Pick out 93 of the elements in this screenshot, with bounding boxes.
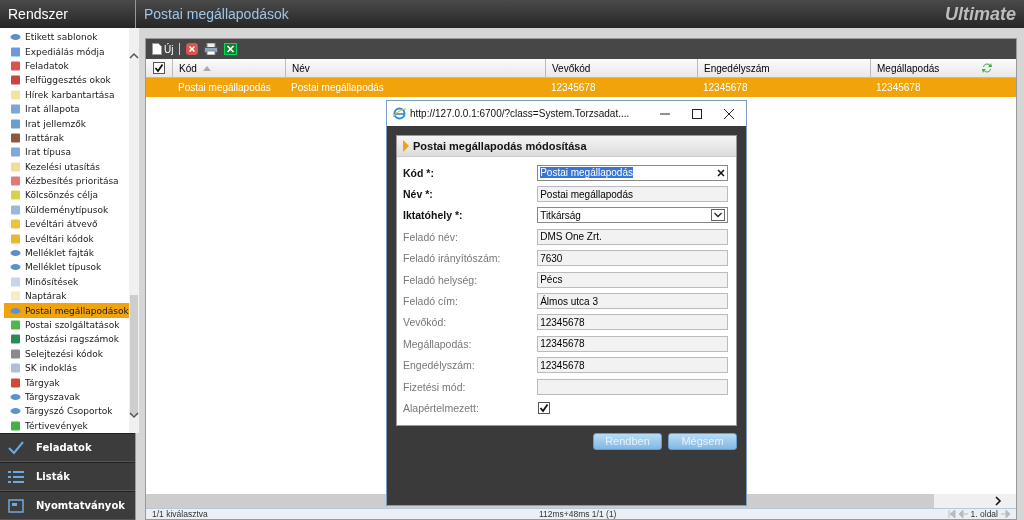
sidebar-item[interactable]: Postai szolgáltatások bbox=[4, 317, 129, 333]
table-cell-text: 12345678 bbox=[875, 81, 922, 95]
input-field[interactable]: 7630 bbox=[537, 250, 728, 267]
field-label: Feladó helység: bbox=[403, 273, 479, 286]
column-header[interactable]: Kód bbox=[172, 59, 285, 77]
nav-item[interactable]: Feladatok bbox=[0, 433, 135, 462]
page-title: Postai megállapodások bbox=[144, 6, 289, 22]
field-label: Vevőkód: bbox=[403, 316, 448, 329]
browser-icon bbox=[393, 107, 406, 120]
delete-icon[interactable] bbox=[186, 43, 199, 55]
field-label: Kód *: bbox=[403, 166, 435, 179]
sidebar-item[interactable]: Tárgyak bbox=[4, 375, 129, 390]
checkmark-icon bbox=[8, 440, 24, 455]
field-label: Feladó irányítószám: bbox=[403, 252, 502, 265]
field-label: Alapértelmezett: bbox=[403, 402, 480, 414]
new-button[interactable]: Új bbox=[152, 43, 174, 55]
refresh-icon[interactable] bbox=[981, 62, 994, 74]
sidebar-item[interactable]: Tárgyszó Csoportok bbox=[4, 404, 129, 419]
sidebar-item[interactable]: Feladatok bbox=[4, 58, 129, 74]
sidebar-item[interactable]: Expediálás módja bbox=[4, 44, 129, 59]
scrollbar-thumb[interactable] bbox=[129, 295, 138, 415]
scroll-right-icon[interactable] bbox=[994, 496, 1002, 506]
input-field[interactable]: 12345678 bbox=[537, 335, 728, 352]
table-cell-text: 12345678 bbox=[702, 81, 749, 95]
select-all-checkbox[interactable] bbox=[153, 62, 165, 74]
nav-item[interactable]: Listák bbox=[0, 462, 135, 491]
input-field[interactable]: 12345678 bbox=[537, 314, 728, 331]
sidebar-item[interactable]: Postai megállapodások bbox=[4, 303, 129, 318]
column-header[interactable]: Vevőkód bbox=[545, 59, 697, 77]
sidebar-item[interactable]: Irat típusa bbox=[4, 145, 129, 160]
sidebar-item[interactable]: Tárgyszavak bbox=[4, 389, 129, 405]
nav-item[interactable]: Nyomtatványok bbox=[0, 491, 135, 520]
input-field[interactable]: Pécs bbox=[537, 271, 728, 288]
printer-icon[interactable] bbox=[204, 43, 219, 55]
spreadsheet-icon[interactable] bbox=[224, 43, 238, 55]
sidebar-item[interactable]: Felfüggesztés okok bbox=[4, 73, 129, 88]
input-field[interactable]: Álmos utca 3 bbox=[537, 293, 728, 310]
field-label: Fizetési mód: bbox=[403, 380, 467, 393]
sidebar-item[interactable]: SK indoklás bbox=[4, 361, 129, 376]
field-label: Feladó cím: bbox=[403, 295, 459, 308]
sidebar-item[interactable]: Tértivevények bbox=[4, 418, 129, 433]
field-label: Név *: bbox=[403, 188, 434, 201]
input-field[interactable]: Postai megállapodás bbox=[537, 164, 728, 181]
column-header[interactable]: Engedélyszám bbox=[697, 59, 870, 77]
sidebar-item[interactable]: Irat állapota bbox=[4, 101, 129, 117]
logo: Ultimate bbox=[945, 3, 1016, 25]
sidebar-item[interactable]: Minősítések bbox=[4, 274, 129, 290]
input-field[interactable]: Postai megállapodás bbox=[537, 186, 728, 203]
sidebar-item[interactable]: Postázási ragszámok bbox=[4, 332, 129, 347]
window-title: http://127.0.0.1:6700/?class=System.Torzsadat.... bbox=[410, 108, 631, 119]
sidebar-item[interactable]: Irat jellemzők bbox=[4, 116, 129, 131]
close-icon[interactable] bbox=[724, 108, 734, 119]
dropdown-icon[interactable] bbox=[711, 209, 725, 222]
document-icon bbox=[152, 43, 162, 55]
sidebar-item[interactable]: Levéltári kódok bbox=[4, 231, 129, 246]
timing-text: 112ms+48ms 1/1 (1) bbox=[538, 509, 617, 519]
sidebar-item[interactable]: Melléklet fajták bbox=[4, 245, 129, 261]
maximize-icon[interactable] bbox=[692, 108, 702, 119]
table-cell-text: Postai megállapodás bbox=[290, 81, 385, 95]
scroll-down-icon[interactable] bbox=[128, 411, 139, 419]
sidebar-item[interactable]: Kézbesítés prioritása bbox=[4, 173, 129, 189]
sidebar-item[interactable]: Selejtezési kódok bbox=[4, 346, 129, 361]
sidebar-item[interactable]: Hírek karbantartása bbox=[4, 87, 129, 102]
column-header[interactable]: Megállapodás bbox=[870, 59, 1016, 77]
triangle-icon bbox=[403, 140, 409, 152]
input-field[interactable]: 12345678 bbox=[537, 357, 728, 374]
field-label: Iktatóhely *: bbox=[403, 209, 464, 222]
sidebar-item[interactable]: Kezelési utasítás bbox=[4, 159, 129, 174]
clear-icon[interactable] bbox=[717, 168, 725, 177]
sidebar-item[interactable]: Irattárak bbox=[4, 130, 129, 146]
dropdown-field[interactable]: Titkárság bbox=[537, 207, 728, 224]
column-header[interactable]: Név bbox=[285, 59, 545, 77]
checkbox[interactable] bbox=[538, 402, 550, 414]
sidebar-item[interactable]: Kölcsönzés célja bbox=[4, 188, 129, 203]
sidebar-item[interactable]: Etikett sablonok bbox=[4, 30, 129, 45]
selection-count: 1/1 kiválasztva bbox=[152, 509, 208, 519]
list-icon bbox=[8, 469, 24, 484]
field-label: Megállapodás: bbox=[403, 337, 473, 350]
scroll-up-icon[interactable] bbox=[128, 52, 139, 60]
input-field[interactable]: DMS One Zrt. bbox=[537, 228, 728, 245]
table-cell-text: 12345678 bbox=[550, 81, 597, 95]
input-field[interactable] bbox=[537, 378, 728, 395]
sidebar-item[interactable]: Levéltári átvevő bbox=[4, 217, 129, 232]
form-heading: Postai megállapodás módosítása bbox=[397, 136, 736, 157]
sidebar-item[interactable]: Küldeménytípusok bbox=[4, 202, 129, 218]
sidebar-item[interactable]: Naptárak bbox=[4, 289, 129, 304]
form-icon bbox=[8, 498, 24, 513]
page-indicator: 1. oldal bbox=[970, 509, 998, 519]
sidebar-title: Rendszer bbox=[0, 0, 135, 28]
field-label: Feladó név: bbox=[403, 230, 459, 243]
table-cell-text: Postai megállapodás bbox=[177, 81, 272, 95]
field-label: Engedélyszám: bbox=[403, 359, 476, 372]
sidebar-item[interactable]: Melléklet típusok bbox=[4, 260, 129, 275]
